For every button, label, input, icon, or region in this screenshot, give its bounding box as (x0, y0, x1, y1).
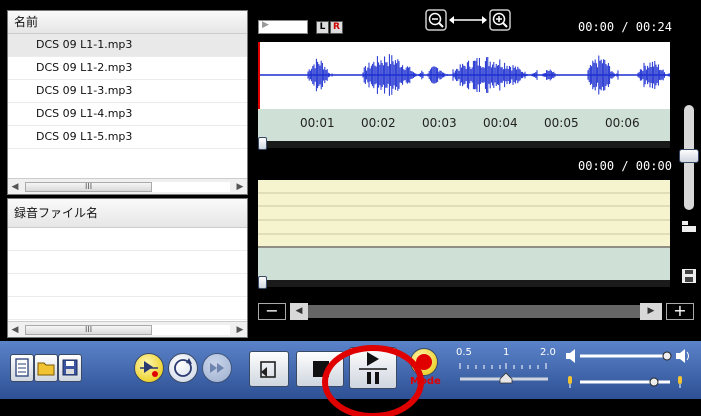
speaker-high-icon (676, 349, 689, 363)
volume-meter: ▶ (258, 20, 308, 34)
recording-list-row[interactable] (8, 251, 247, 274)
ruler-tick-label: 00:05 (544, 116, 579, 130)
scroll-thumb[interactable]: III (25, 181, 153, 192)
channel-right-indicator: R (330, 21, 343, 34)
fast-forward-button[interactable] (202, 353, 232, 383)
file-list-header[interactable]: 名前 (8, 11, 247, 34)
microphone-low-icon (568, 376, 572, 388)
zoom-range-arrows-icon (449, 16, 487, 24)
waveform-svg (258, 42, 670, 109)
zoom-minus-button[interactable]: − (258, 303, 286, 320)
file-list-item[interactable]: DCS 09 L1-1.mp3 (8, 34, 247, 57)
open-folder-button[interactable] (34, 354, 58, 382)
microphone-high-icon (678, 376, 682, 388)
scroll-right-arrow[interactable]: ▶ (233, 182, 247, 192)
time-display-top: 00:00 / 00:24 (578, 20, 672, 34)
recording-waveform[interactable] (258, 180, 670, 248)
zoom-control (425, 9, 511, 31)
waveform-display[interactable] (258, 42, 670, 109)
save-recording-icon[interactable] (682, 268, 696, 283)
speed-label-max: 2.0 (540, 347, 556, 358)
seek-slider-track[interactable] (258, 137, 670, 150)
folder-icon (37, 362, 55, 376)
waveform-hscroll: − ◀ ▶ + (258, 303, 696, 320)
vertical-zoom-handle[interactable] (679, 149, 699, 163)
file-list-item[interactable]: DCS 09 L1-5.mp3 (8, 126, 247, 149)
recording-list-row[interactable] (8, 297, 247, 320)
waveform-layout-icon[interactable] (681, 218, 697, 232)
scroll-thumb[interactable]: III (25, 324, 153, 335)
ruler-tick-label: 00:01 (300, 116, 335, 130)
ruler-tick-label: 00:03 (422, 116, 457, 130)
zoom-out-icon[interactable] (425, 9, 447, 31)
list-files-button[interactable] (10, 354, 34, 382)
annotation-highlight-circle (322, 345, 424, 416)
save-button[interactable] (58, 354, 82, 382)
scroll-track[interactable]: III (25, 324, 230, 335)
playback-volume-slider[interactable] (566, 347, 692, 365)
recording-list-header[interactable]: 録音ファイル名 (8, 199, 247, 228)
microphone-volume-slider[interactable] (566, 373, 692, 391)
scroll-left-arrow[interactable]: ◀ (8, 182, 22, 192)
loop-icon (174, 358, 192, 377)
ruler-tick-label: 00:02 (361, 116, 396, 130)
file-list-panel: 名前 DCS 09 L1-1.mp3 DCS 09 L1-2.mp3 DCS 0… (7, 10, 248, 195)
file-list-item[interactable]: DCS 09 L1-2.mp3 (8, 57, 247, 80)
recording-ruler[interactable] (258, 248, 670, 280)
document-icon (15, 358, 29, 377)
zoom-icons (425, 9, 511, 31)
recording-waveform-lines (258, 192, 670, 248)
file-list-item[interactable]: DCS 09 L1-4.mp3 (8, 103, 247, 126)
playback-volume (566, 349, 689, 363)
fast-forward-icon (210, 363, 224, 373)
scroll-right-button[interactable]: ▶ (640, 303, 662, 320)
time-ruler[interactable]: 00:01 00:02 00:03 00:04 00:05 00:06 (258, 109, 670, 141)
scroll-track[interactable]: III (25, 181, 230, 192)
scroll-left-arrow[interactable]: ◀ (8, 325, 22, 335)
ruler-tick-label: 00:06 (605, 116, 640, 130)
ruler-tick-label: 00:04 (483, 116, 518, 130)
microphone-volume (568, 376, 682, 388)
loop-button[interactable] (168, 353, 198, 383)
vertical-zoom-slider[interactable] (679, 105, 699, 210)
recording-seek-track[interactable] (258, 276, 670, 289)
ab-repeat-icon (140, 361, 158, 377)
speed-label-min: 0.5 (456, 347, 472, 358)
zoom-plus-button[interactable]: + (666, 303, 694, 320)
recording-list-row[interactable] (8, 228, 247, 251)
channel-left-indicator: L (316, 21, 329, 34)
seek-slider-handle[interactable] (258, 137, 267, 150)
zoom-in-icon[interactable] (489, 9, 511, 31)
scroll-left-button[interactable]: ◀ (290, 303, 308, 320)
speed-scale (459, 363, 548, 384)
recording-seek-handle[interactable] (258, 276, 267, 289)
speed-slider[interactable] (458, 361, 552, 387)
file-list-item[interactable]: DCS 09 L1-3.mp3 (8, 80, 247, 103)
return-to-start-button[interactable] (249, 351, 289, 387)
speed-label-normal: 1 (503, 347, 510, 358)
recording-list-row[interactable] (8, 274, 247, 297)
return-icon (260, 361, 276, 378)
speaker-low-icon (566, 349, 575, 363)
meter-play-icon: ▶ (262, 20, 269, 30)
recording-list-hscrollbar[interactable]: ◀ III ▶ (8, 321, 247, 337)
recording-list-panel: 録音ファイル名 ◀ III ▶ (7, 198, 248, 338)
waveform-scroll-thumb[interactable] (308, 305, 640, 318)
ab-repeat-button[interactable] (134, 353, 164, 383)
scroll-right-arrow[interactable]: ▶ (233, 325, 247, 335)
time-display-bottom: 00:00 / 00:00 (578, 159, 672, 173)
floppy-disk-icon (62, 359, 78, 376)
file-list-hscrollbar[interactable]: ◀ III ▶ (8, 178, 247, 194)
